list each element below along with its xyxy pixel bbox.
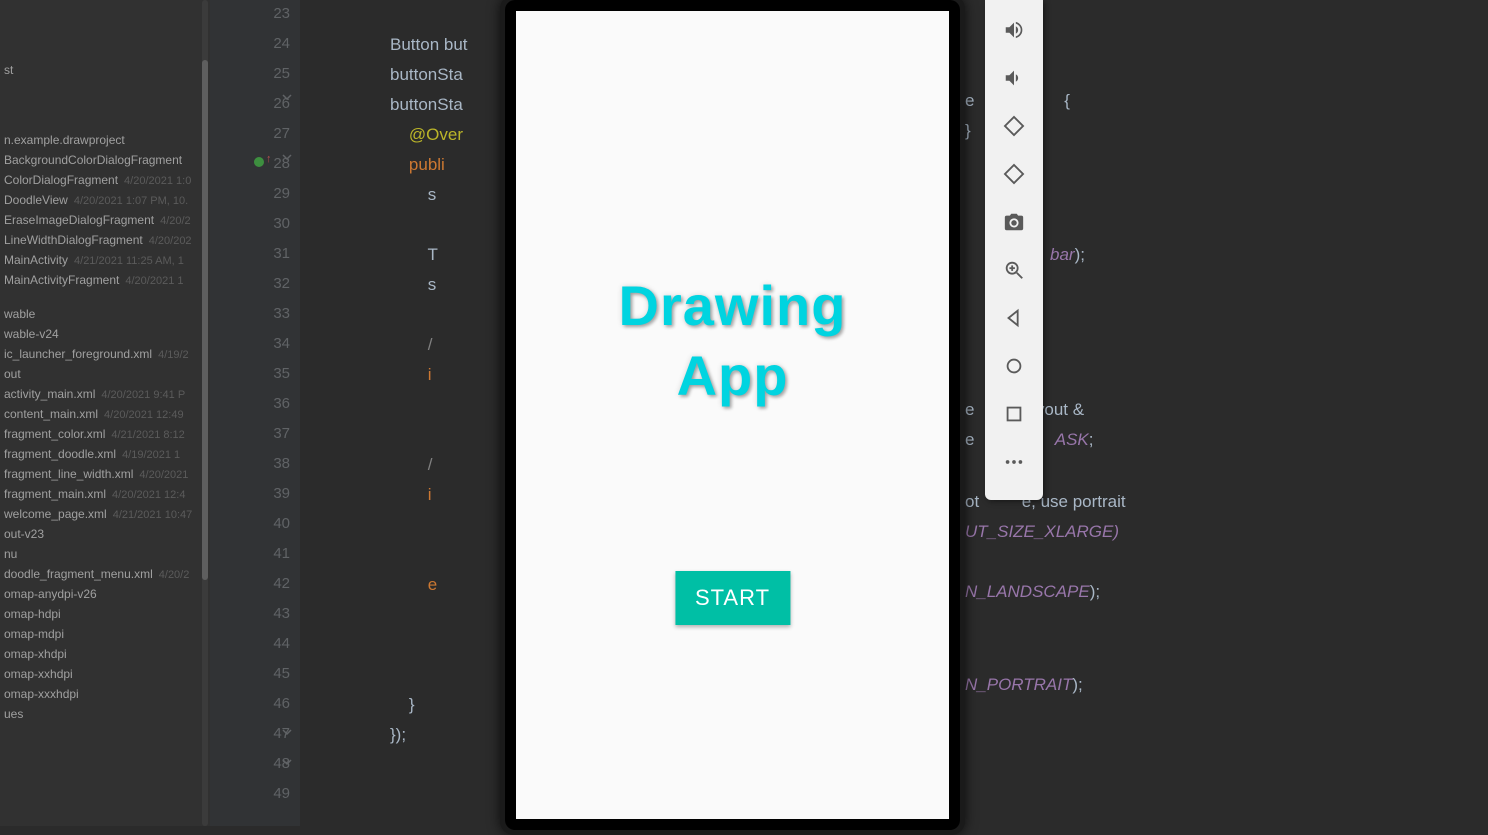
fold-icon[interactable] bbox=[280, 90, 294, 104]
line-number: 31 bbox=[250, 245, 290, 262]
back-icon[interactable] bbox=[1000, 304, 1028, 332]
emulator-toolbar bbox=[985, 0, 1043, 500]
zoom-icon[interactable] bbox=[1000, 256, 1028, 284]
device-bezel: DrawingApp START bbox=[505, 0, 960, 830]
tree-item[interactable]: wable-v24 bbox=[0, 324, 210, 344]
line-number: 24 bbox=[250, 35, 290, 52]
tree-item-mipmap[interactable]: omap-xxxhdpi bbox=[0, 684, 210, 704]
tree-item-mipmap[interactable]: omap-mdpi bbox=[0, 624, 210, 644]
tree-item-layout[interactable]: welcome_page.xml4/21/2021 10:47 bbox=[0, 504, 210, 524]
tree-item[interactable]: ic_launcher_foreground.xml4/19/2 bbox=[0, 344, 210, 364]
tree-item-layout[interactable]: activity_main.xml4/20/2021 9:41 P bbox=[0, 384, 210, 404]
line-number: 32 bbox=[250, 275, 290, 292]
line-number: 40 bbox=[250, 515, 290, 532]
tree-item-mipmap[interactable]: omap-anydpi-v26 bbox=[0, 584, 210, 604]
tree-item-class[interactable]: DoodleView4/20/2021 1:07 PM, 10. bbox=[0, 190, 210, 210]
camera-icon[interactable] bbox=[1000, 208, 1028, 236]
line-number: 30 bbox=[250, 215, 290, 232]
more-icon[interactable] bbox=[1000, 448, 1028, 476]
tree-item-class[interactable]: MainActivity4/21/2021 11:25 AM, 1 bbox=[0, 250, 210, 270]
tree-item[interactable]: ues bbox=[0, 704, 210, 724]
line-number: 23 bbox=[250, 5, 290, 22]
line-number: 36 bbox=[250, 395, 290, 412]
line-number: 34 bbox=[250, 335, 290, 352]
project-tree-panel: st n.example.drawproject BackgroundColor… bbox=[0, 0, 210, 826]
line-number: 49 bbox=[250, 785, 290, 802]
tree-item-mipmap[interactable]: omap-hdpi bbox=[0, 604, 210, 624]
tree-item-class[interactable]: BackgroundColorDialogFragment bbox=[0, 150, 210, 170]
line-number: 44 bbox=[250, 635, 290, 652]
tree-item-class[interactable]: LineWidthDialogFragment4/20/202 bbox=[0, 230, 210, 250]
line-number: 41 bbox=[250, 545, 290, 562]
line-number: 27 bbox=[250, 125, 290, 142]
tree-item-class[interactable]: MainActivityFragment4/20/2021 1 bbox=[0, 270, 210, 290]
fold-icon[interactable] bbox=[280, 755, 294, 769]
line-number: 25 bbox=[250, 65, 290, 82]
tree-item-layout[interactable]: fragment_color.xml4/21/2021 8:12 bbox=[0, 424, 210, 444]
home-icon[interactable] bbox=[1000, 352, 1028, 380]
tree-item-layout[interactable]: fragment_main.xml4/20/2021 12:4 bbox=[0, 484, 210, 504]
tree-item[interactable]: out bbox=[0, 364, 210, 384]
tree-item[interactable]: wable bbox=[0, 304, 210, 324]
tree-item-layout[interactable]: fragment_line_width.xml4/20/2021 bbox=[0, 464, 210, 484]
rotate-left-icon[interactable] bbox=[1000, 112, 1028, 140]
tree-item-mipmap[interactable]: omap-xxhdpi bbox=[0, 664, 210, 684]
line-number: 39 bbox=[250, 485, 290, 502]
fold-icon[interactable] bbox=[280, 725, 294, 739]
line-number: 33 bbox=[250, 305, 290, 322]
tree-item[interactable]: st bbox=[0, 60, 210, 80]
start-button[interactable]: START bbox=[675, 571, 790, 625]
breakpoint-glyph[interactable]: ↑ bbox=[252, 153, 276, 171]
tree-item-layout[interactable]: content_main.xml4/20/2021 12:49 bbox=[0, 404, 210, 424]
tree-item[interactable]: doodle_fragment_menu.xml4/20/2 bbox=[0, 564, 210, 584]
tree-item-layout[interactable]: fragment_doodle.xml4/19/2021 1 bbox=[0, 444, 210, 464]
line-number: 42 bbox=[250, 575, 290, 592]
device-screen[interactable]: DrawingApp START bbox=[516, 11, 949, 819]
scrollbar-thumb[interactable] bbox=[202, 60, 208, 580]
overview-icon[interactable] bbox=[1000, 400, 1028, 428]
tree-item-package[interactable]: n.example.drawproject bbox=[0, 130, 210, 150]
line-number: 46 bbox=[250, 695, 290, 712]
volume-up-icon[interactable] bbox=[1000, 16, 1028, 44]
tree-item[interactable]: nu bbox=[0, 544, 210, 564]
line-number: 37 bbox=[250, 425, 290, 442]
fold-icon[interactable] bbox=[280, 150, 294, 164]
emulator-device-frame: DrawingApp START bbox=[500, 0, 965, 835]
tree-item-class[interactable]: EraseImageDialogFragment4/20/2 bbox=[0, 210, 210, 230]
line-number: 29 bbox=[250, 185, 290, 202]
line-number: 45 bbox=[250, 665, 290, 682]
volume-down-icon[interactable] bbox=[1000, 64, 1028, 92]
app-title-text: DrawingApp bbox=[516, 271, 949, 411]
line-number: 43 bbox=[250, 605, 290, 622]
tree-item[interactable]: out-v23 bbox=[0, 524, 210, 544]
tree-item-class[interactable]: ColorDialogFragment4/20/2021 1:0 bbox=[0, 170, 210, 190]
line-number: 38 bbox=[250, 455, 290, 472]
editor-gutter: 2324252627282930313233343536373839404142… bbox=[210, 0, 300, 826]
line-number: 35 bbox=[250, 365, 290, 382]
rotate-right-icon[interactable] bbox=[1000, 160, 1028, 188]
tree-item-mipmap[interactable]: omap-xhdpi bbox=[0, 644, 210, 664]
